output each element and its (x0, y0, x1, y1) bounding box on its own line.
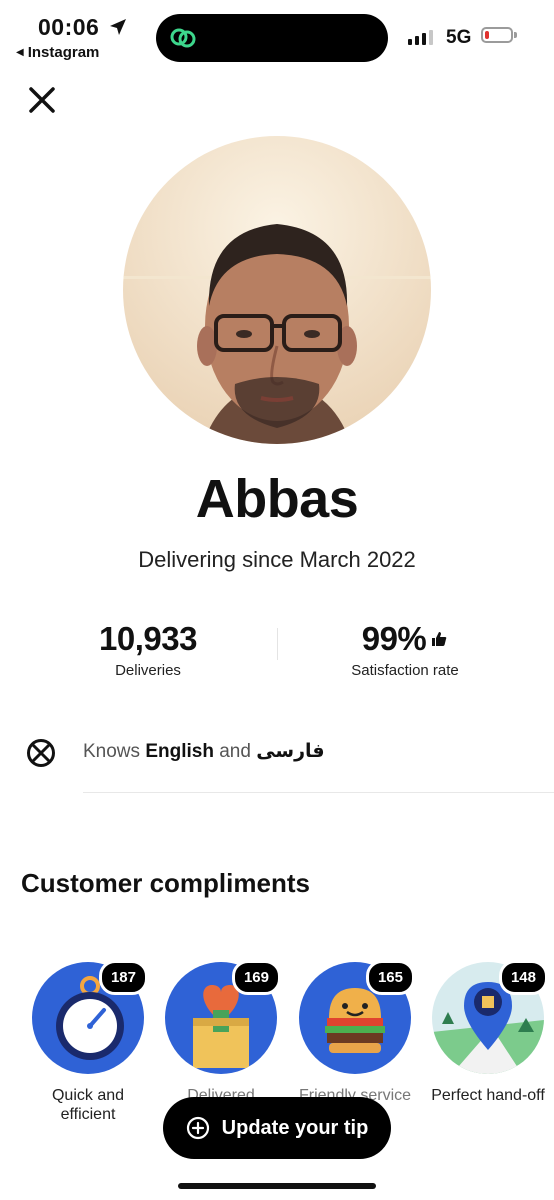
languages-prefix: Knows (83, 741, 141, 762)
compliment-label: Perfect hand-off (431, 1087, 545, 1104)
count-badge: 165 (365, 960, 415, 995)
thumbs-up-icon (432, 632, 447, 646)
satisfaction-value: 99% (361, 620, 427, 657)
count-badge: 169 (231, 960, 281, 995)
avatar (123, 136, 431, 444)
close-icon[interactable] (26, 84, 58, 116)
compliment-friendly-service[interactable]: 165 Friendly service (297, 960, 415, 1105)
delivering-since: Delivering since March 2022 (138, 547, 416, 572)
cell-signal-icon (408, 27, 433, 45)
driver-name: Abbas (195, 469, 359, 529)
stat-satisfaction: 99% Satisfaction rate (336, 620, 474, 679)
stat-divider (277, 628, 278, 660)
update-tip-label: Update your tip (221, 1116, 369, 1139)
back-to-app-link[interactable]: ◀ Instagram (16, 44, 99, 61)
language-globe-icon (27, 739, 55, 767)
battery-cap (514, 32, 517, 38)
back-triangle-icon: ◀ (16, 47, 24, 58)
dynamic-island (156, 14, 388, 62)
language-1: English (145, 741, 214, 762)
satisfaction-label: Satisfaction rate (351, 662, 459, 679)
network-type: 5G (446, 27, 472, 48)
compliment-quick-efficient[interactable]: 187 Quick and efficient (30, 960, 148, 1124)
update-tip-button[interactable]: Update your tip (163, 1097, 391, 1159)
compliments-title: Customer compliments (21, 868, 310, 898)
deliveries-label: Deliveries (115, 662, 181, 679)
compliment-perfect-handoff[interactable]: 148 Perfect hand-off (430, 960, 548, 1105)
location-arrow-icon (110, 19, 126, 35)
compliment-label: Quick and efficient (51, 1087, 125, 1123)
home-indicator[interactable] (178, 1183, 376, 1189)
divider (83, 792, 554, 793)
battery-icon (481, 27, 513, 43)
link-rings-icon (170, 28, 196, 48)
languages-and: and (219, 741, 251, 762)
count-badge: 148 (498, 960, 548, 995)
plus-circle-icon (186, 1116, 209, 1140)
languages-text: Knows English and فارسی (83, 740, 325, 763)
clock-time: 00:06 (38, 14, 100, 40)
count-badge: 187 (98, 960, 148, 995)
language-2: فارسی (256, 741, 325, 762)
back-app-label: Instagram (27, 44, 100, 61)
compliment-delivered[interactable]: 169 Delivered (163, 960, 281, 1105)
stat-deliveries: 10,933 Deliveries (88, 620, 208, 679)
deliveries-value: 10,933 (99, 620, 197, 657)
